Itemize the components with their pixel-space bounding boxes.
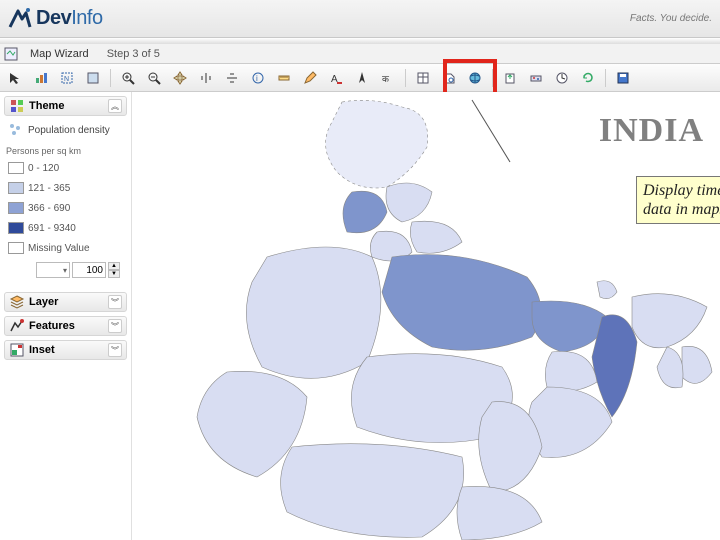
region-hp[interactable] [386,183,432,222]
map-toolbar: N i A क [0,64,720,92]
zoom-out-icon[interactable] [143,67,165,89]
zoom-extent-icon[interactable] [82,67,104,89]
legend-row-3: 691 - 9340 [4,220,127,236]
graph-icon[interactable]: क [377,67,399,89]
fit-width-icon[interactable] [195,67,217,89]
region-uk[interactable] [410,221,462,253]
region-mz[interactable] [657,347,683,388]
region-sk[interactable] [597,281,617,299]
svg-text:क: क [382,74,390,84]
indicator-name: Population density [28,125,110,136]
annotate-icon[interactable] [299,67,321,89]
tagline: Facts. You decide. [630,13,712,24]
indicator-icon [8,122,24,138]
panel-features-header[interactable]: Features ︾ [4,316,127,336]
panel-inset-label: Inset [29,344,55,356]
text-label-icon[interactable]: A [325,67,347,89]
north-arrow-icon[interactable] [351,67,373,89]
legend-row-4: Missing Value [4,240,127,256]
legend-swatch-1 [8,182,24,194]
opacity-dropdown[interactable] [36,262,70,278]
legend-swatch-0 [8,162,24,174]
region-up[interactable] [382,255,541,351]
region-as[interactable] [632,294,707,348]
preview-icon[interactable] [438,67,460,89]
svg-text:i: i [256,74,258,83]
sidebar: Theme ︽ Population density Persons per s… [0,92,132,540]
opacity-control: ▲ ▼ [4,262,127,278]
clock-icon[interactable] [551,67,573,89]
opacity-up-icon[interactable]: ▲ [108,262,120,270]
save-map-icon[interactable] [612,67,634,89]
legend-label-4: Missing Value [28,243,90,254]
identify-icon[interactable]: i [247,67,269,89]
legend-unit-caption: Persons per sq km [4,144,127,156]
expand-icon[interactable]: ︾ [108,319,122,333]
tab-title[interactable]: Map Wizard [24,46,95,62]
table-icon[interactable] [412,67,434,89]
region-mh[interactable] [281,444,464,538]
wizard-step-label: Step 3 of 5 [101,46,166,62]
opacity-down-icon[interactable]: ▼ [108,270,120,278]
globe-icon[interactable] [464,67,486,89]
panel-theme-header[interactable]: Theme ︽ [4,96,127,116]
timeline-icon[interactable] [525,67,547,89]
expand-icon[interactable]: ︾ [108,295,122,309]
theme-panel-icon [9,98,25,114]
legend-label-1: 121 - 365 [28,183,70,194]
region-tg[interactable] [457,486,542,540]
refresh-icon[interactable] [577,67,599,89]
logo-glyph-icon [8,7,32,31]
app-logo: DevInfo [8,7,103,31]
panel-theme-label: Theme [29,100,64,112]
legend-label-3: 691 - 9340 [28,223,76,234]
export-icon[interactable] [499,67,521,89]
inset-panel-icon [9,342,25,358]
map-wizard-icon [4,47,18,61]
main-area: Theme ︽ Population density Persons per s… [0,92,720,540]
panel-layer-label: Layer [29,296,58,308]
legend-label-2: 366 - 690 [28,203,70,214]
region-rj[interactable] [246,247,381,378]
theme-indicator-row[interactable]: Population density [4,120,127,140]
legend-swatch-2 [8,202,24,214]
pan-icon[interactable] [169,67,191,89]
legend-row-2: 366 - 690 [4,200,127,216]
features-panel-icon [9,318,25,334]
map-canvas[interactable]: INDIA Display time series of data in map… [132,92,720,540]
logo-text-main: Dev [36,7,71,29]
legend-row-0: 0 - 120 [4,160,127,176]
app-header: DevInfo Facts. You decide. [0,0,720,38]
collapse-icon[interactable]: ︽ [108,99,122,113]
india-map-svg [132,92,720,540]
panel-inset-header[interactable]: Inset ︾ [4,340,127,360]
tab-bar: Map Wizard Step 3 of 5 [0,44,720,64]
annotation-callout: Display time series of data in maps [636,176,720,224]
svg-text:N: N [64,76,69,83]
pointer-icon[interactable] [4,67,26,89]
region-mn[interactable] [682,346,712,383]
region-jh[interactable] [545,351,597,391]
panel-layer-header[interactable]: Layer ︾ [4,292,127,312]
legend-label-0: 0 - 120 [28,163,59,174]
zoom-in-icon[interactable] [117,67,139,89]
legend-row-1: 121 - 365 [4,180,127,196]
legend-swatch-4 [8,242,24,254]
svg-text:A: A [331,74,338,85]
opacity-input[interactable] [72,262,106,278]
fit-height-icon[interactable] [221,67,243,89]
theme-icon[interactable] [30,67,52,89]
map-title: INDIA [599,112,704,150]
region-pb[interactable] [343,191,387,233]
measure-icon[interactable] [273,67,295,89]
legend-swatch-3 [8,222,24,234]
expand-icon[interactable]: ︾ [108,343,122,357]
layer-panel-icon [9,294,25,310]
region-jk[interactable] [326,100,428,188]
selection-icon[interactable]: N [56,67,78,89]
logo-text-sub: Info [71,7,102,29]
panel-features-label: Features [29,320,75,332]
